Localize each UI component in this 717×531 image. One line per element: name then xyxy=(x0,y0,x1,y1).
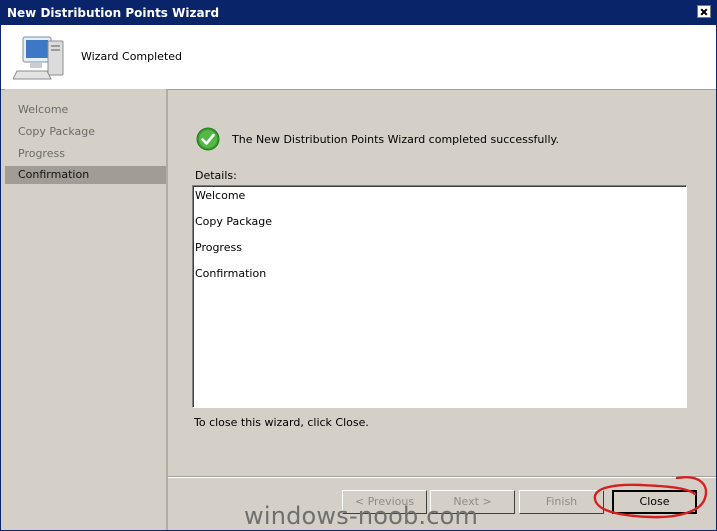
watermark-text: windows-noob.com xyxy=(244,502,479,530)
close-icon[interactable] xyxy=(697,5,711,18)
sidebar-item-progress: Progress xyxy=(18,147,65,160)
wizard-steps-sidebar: Welcome Copy Package Progress Confirmati… xyxy=(5,89,166,530)
window-title: New Distribution Points Wizard xyxy=(7,6,220,20)
details-line-copy-package: Copy Package xyxy=(195,215,272,228)
sidebar-item-copy-package: Copy Package xyxy=(18,125,95,138)
sidebar-item-confirmation: Confirmation xyxy=(5,166,166,184)
header-title: Wizard Completed xyxy=(81,50,183,63)
details-line-progress: Progress xyxy=(195,241,242,254)
red-circle-highlight xyxy=(593,476,708,519)
confirmation-panel: The New Distribution Points Wizard compl… xyxy=(168,89,716,477)
success-check-icon xyxy=(196,127,220,151)
details-line-confirmation: Confirmation xyxy=(195,267,267,280)
wizard-window: New Distribution Points Wizard Wizard Co… xyxy=(0,0,717,531)
title-bar: New Distribution Points Wizard xyxy=(1,1,716,25)
details-textbox[interactable]: Welcome Copy Package Progress Confirmati… xyxy=(192,185,687,408)
sidebar-item-welcome: Welcome xyxy=(18,103,69,116)
details-label: Details: xyxy=(195,169,237,182)
close-hint-text: To close this wizard, click Close. xyxy=(194,416,369,429)
wizard-header: Wizard Completed xyxy=(1,25,716,90)
success-message: The New Distribution Points Wizard compl… xyxy=(232,133,559,146)
details-line-welcome: Welcome xyxy=(195,189,246,202)
computer-icon xyxy=(13,36,64,80)
